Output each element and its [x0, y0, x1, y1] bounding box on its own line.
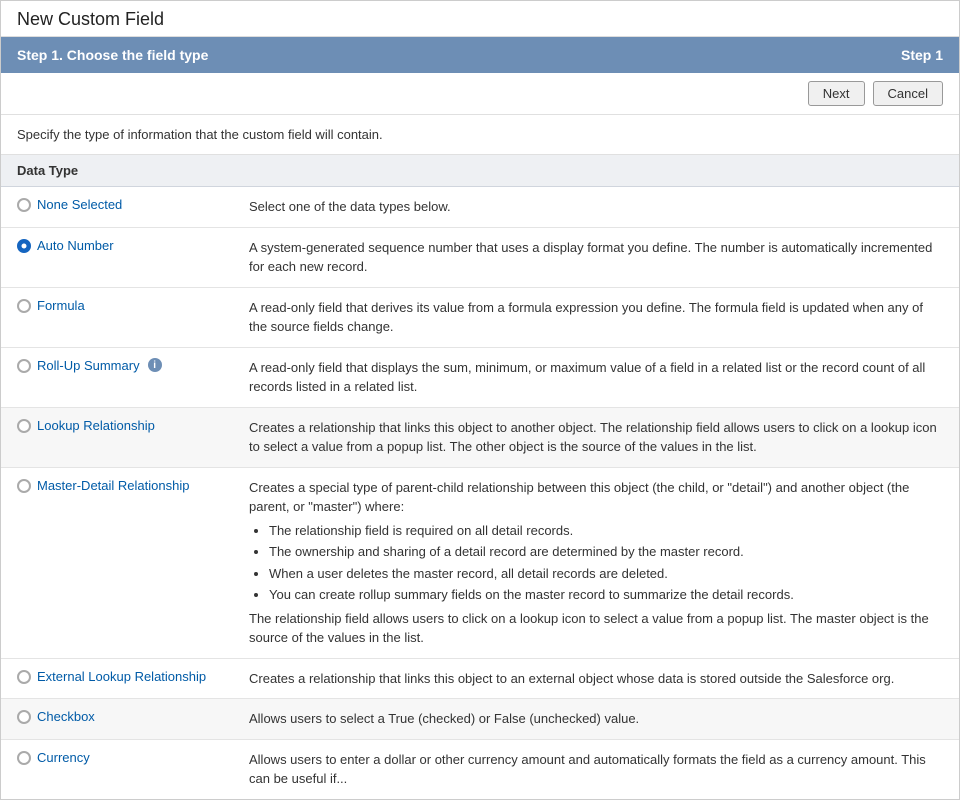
field-cell-auto-number: Auto Number	[1, 227, 241, 287]
extra-desc-master-detail-relationship: The relationship field allows users to c…	[249, 609, 943, 648]
field-label-auto-number[interactable]: Auto Number	[37, 238, 114, 253]
list-item: When a user deletes the master record, a…	[269, 564, 943, 584]
cancel-button[interactable]: Cancel	[873, 81, 943, 106]
radio-checkbox[interactable]	[17, 710, 31, 724]
list-item: The relationship field is required on al…	[269, 521, 943, 541]
content-area: Step 1. Choose the field type Step 1 Nex…	[1, 37, 959, 799]
field-cell-formula: Formula	[1, 287, 241, 347]
field-cell-currency: Currency	[1, 739, 241, 799]
field-cell-lookup-relationship: Lookup Relationship	[1, 407, 241, 467]
radio-master-detail-relationship[interactable]	[17, 479, 31, 493]
field-label-formula[interactable]: Formula	[37, 298, 85, 313]
field-label-roll-up-summary[interactable]: Roll-Up Summary	[37, 358, 140, 373]
desc-text-currency: Allows users to enter a dollar or other …	[249, 752, 926, 787]
field-cell-none-selected: None Selected	[1, 187, 241, 227]
radio-external-lookup-relationship[interactable]	[17, 670, 31, 684]
step-indicator: Step 1	[901, 47, 943, 63]
desc-text-master-detail-relationship: Creates a special type of parent-child r…	[249, 480, 909, 515]
desc-text-external-lookup-relationship: Creates a relationship that links this o…	[249, 671, 894, 686]
table-row: Checkbox Allows users to select a True (c…	[1, 699, 959, 740]
info-icon-roll-up-summary[interactable]: i	[148, 358, 162, 372]
field-label-master-detail-relationship[interactable]: Master-Detail Relationship	[37, 478, 189, 493]
table-row: External Lookup Relationship Creates a re…	[1, 658, 959, 699]
table-row: Currency Allows users to enter a dollar o…	[1, 739, 959, 799]
radio-lookup-relationship[interactable]	[17, 419, 31, 433]
field-type-table: None Selected Select one of the data type…	[1, 187, 959, 799]
desc-text-roll-up-summary: A read-only field that displays the sum,…	[249, 360, 925, 395]
table-row: Master-Detail Relationship Creates a spec…	[1, 467, 959, 658]
field-label-external-lookup-relationship[interactable]: External Lookup Relationship	[37, 669, 206, 684]
field-label-checkbox[interactable]: Checkbox	[37, 709, 95, 724]
list-item: You can create rollup summary fields on …	[269, 585, 943, 605]
description-text: Specify the type of information that the…	[17, 127, 383, 142]
radio-currency[interactable]	[17, 751, 31, 765]
table-row: Formula A read-only field that derives it…	[1, 287, 959, 347]
desc-cell-lookup-relationship: Creates a relationship that links this o…	[241, 407, 959, 467]
table-row: None Selected Select one of the data type…	[1, 187, 959, 227]
description-row: Specify the type of information that the…	[1, 115, 959, 155]
desc-cell-external-lookup-relationship: Creates a relationship that links this o…	[241, 658, 959, 699]
bullet-list-master-detail-relationship: The relationship field is required on al…	[269, 521, 943, 605]
field-cell-external-lookup-relationship: External Lookup Relationship	[1, 658, 241, 699]
page-header: New Custom Field	[1, 1, 959, 37]
data-type-header: Data Type	[1, 155, 959, 187]
table-row: Auto Number A system-generated sequence n…	[1, 227, 959, 287]
field-cell-master-detail-relationship: Master-Detail Relationship	[1, 467, 241, 658]
table-row: Roll-Up Summary i A read-only field that d…	[1, 347, 959, 407]
list-item: The ownership and sharing of a detail re…	[269, 542, 943, 562]
desc-cell-roll-up-summary: A read-only field that displays the sum,…	[241, 347, 959, 407]
page-title: New Custom Field	[17, 9, 943, 30]
desc-text-formula: A read-only field that derives its value…	[249, 300, 923, 335]
desc-text-checkbox: Allows users to select a True (checked) …	[249, 711, 639, 726]
desc-cell-formula: A read-only field that derives its value…	[241, 287, 959, 347]
action-bar: Next Cancel	[1, 73, 959, 115]
table-row: Lookup Relationship Creates a relationshi…	[1, 407, 959, 467]
desc-cell-checkbox: Allows users to select a True (checked) …	[241, 699, 959, 740]
data-type-section: Data Type None Selected Select one of the…	[1, 155, 959, 799]
desc-text-none-selected: Select one of the data types below.	[249, 199, 451, 214]
field-label-lookup-relationship[interactable]: Lookup Relationship	[37, 418, 155, 433]
desc-cell-currency: Allows users to enter a dollar or other …	[241, 739, 959, 799]
next-button[interactable]: Next	[808, 81, 865, 106]
field-label-currency[interactable]: Currency	[37, 750, 90, 765]
desc-cell-auto-number: A system-generated sequence number that …	[241, 227, 959, 287]
desc-text-lookup-relationship: Creates a relationship that links this o…	[249, 420, 937, 455]
field-cell-roll-up-summary: Roll-Up Summary i	[1, 347, 241, 407]
desc-cell-master-detail-relationship: Creates a special type of parent-child r…	[241, 467, 959, 658]
radio-auto-number[interactable]	[17, 239, 31, 253]
radio-roll-up-summary[interactable]	[17, 359, 31, 373]
radio-none-selected[interactable]	[17, 198, 31, 212]
step-header-label: Step 1. Choose the field type	[17, 47, 208, 63]
radio-formula[interactable]	[17, 299, 31, 313]
field-cell-checkbox: Checkbox	[1, 699, 241, 740]
step-header: Step 1. Choose the field type Step 1	[1, 37, 959, 73]
desc-text-auto-number: A system-generated sequence number that …	[249, 240, 932, 275]
field-label-none-selected[interactable]: None Selected	[37, 197, 122, 212]
desc-cell-none-selected: Select one of the data types below.	[241, 187, 959, 227]
